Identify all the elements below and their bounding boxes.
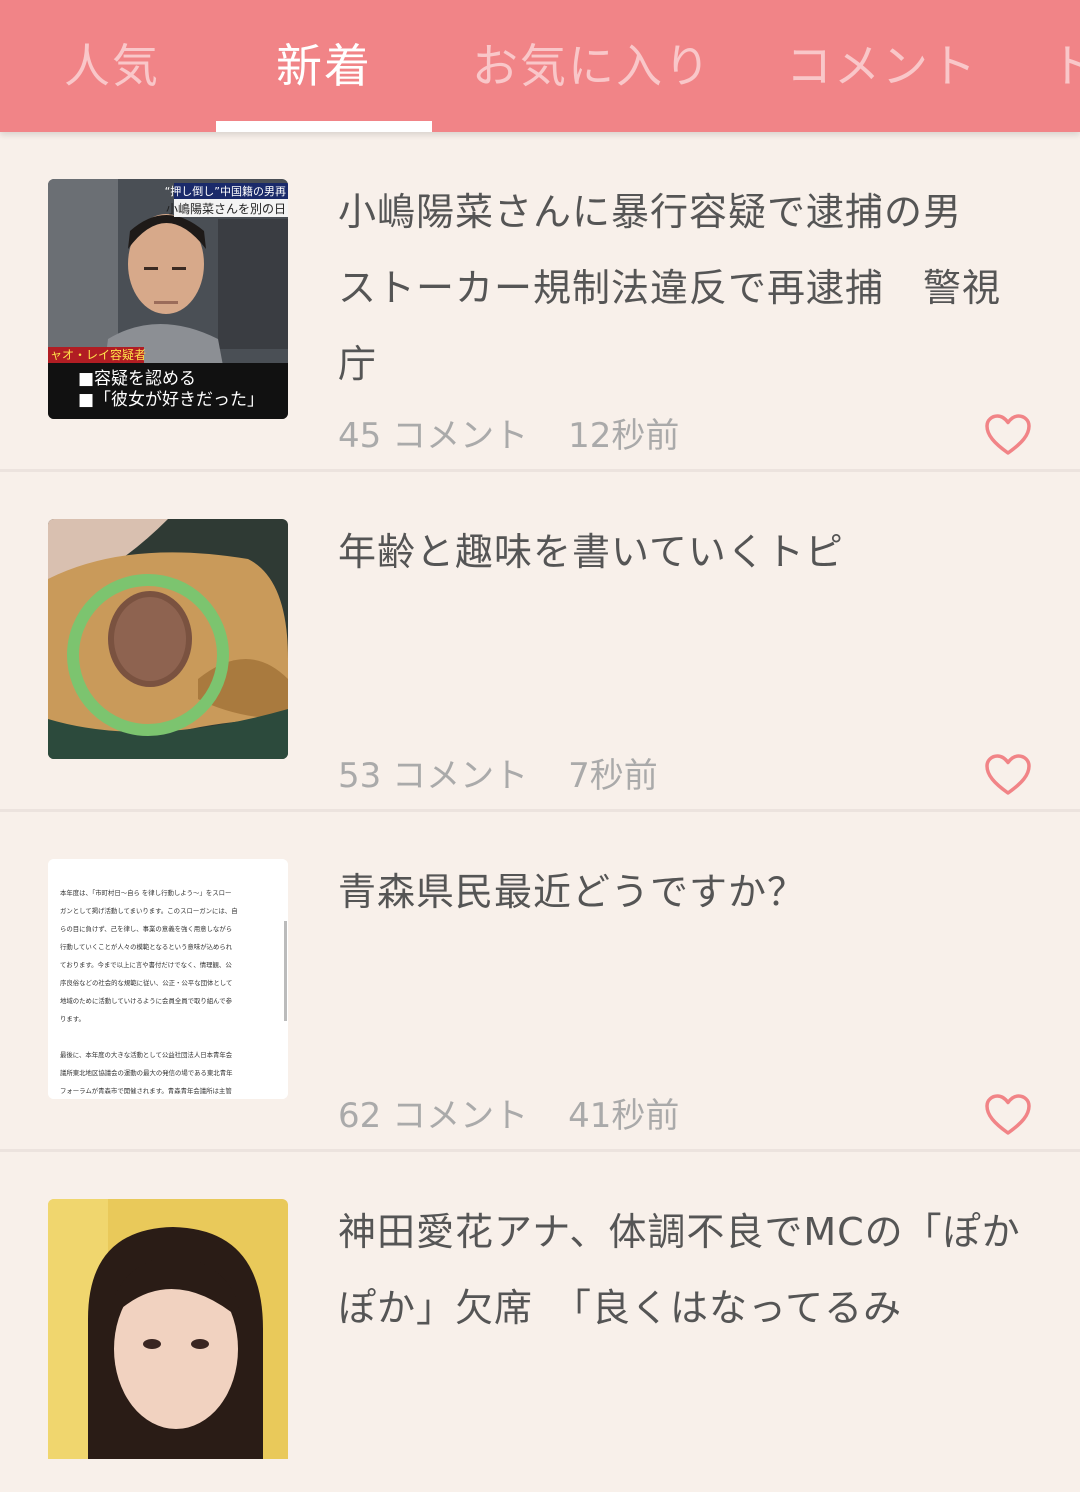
topic-thumbnail: [48, 1199, 288, 1459]
topic-item[interactable]: “押し倒し”中国籍の男再 小嶋陽菜さんを別の日 ャオ・レイ容疑者 ■容疑を認める…: [0, 132, 1080, 472]
news-photo-thumbnail: “押し倒し”中国籍の男再 小嶋陽菜さんを別の日 ャオ・レイ容疑者 ■容疑を認める…: [48, 179, 288, 419]
thumb-bullet-1: ■容疑を認める: [78, 369, 196, 389]
thumb-suspect-name: ャオ・レイ容疑者: [50, 347, 146, 362]
doc-line: ガンとして掲げ活動してまいります。このスローガンには、自: [60, 906, 238, 915]
comment-count: 62 コメント: [338, 1096, 529, 1136]
doc-line: ります。: [60, 1015, 85, 1023]
tab-popular[interactable]: 人気: [64, 30, 160, 96]
topic-item[interactable]: 神田愛花アナ、体調不良でMCの「ぽかぽか」欠席 「良くはなってるみ: [0, 1152, 1080, 1492]
topic-title[interactable]: 小嶋陽菜さんに暴行容疑で逮捕の男 ストーカー規制法違反で再逮捕 警視庁: [338, 174, 1038, 402]
topic-title[interactable]: 年齢と趣味を書いていくトピ: [338, 514, 1038, 590]
doc-line: ております。今まで以上に言や書付だけでなく、情理観、公: [60, 960, 232, 969]
doc-line: 序良俗などの社会的な規範に従い、公正・公平な団体として: [60, 978, 232, 987]
tab-favorites[interactable]: お気に入り: [472, 30, 712, 96]
topic-thumbnail: [48, 519, 288, 759]
topic-list: “押し倒し”中国籍の男再 小嶋陽菜さんを別の日 ャオ・レイ容疑者 ■容疑を認める…: [0, 132, 1080, 1459]
favorite-heart-icon[interactable]: [984, 753, 1032, 797]
tab-comments[interactable]: コメント: [786, 30, 978, 96]
doc-line: らの目に負けず、己を律し、事業の意義を強く用意しながら: [60, 924, 232, 933]
posted-time: 7秒前: [568, 756, 658, 796]
doc-line: 議所東北地区協議会の運動の最大の発信の場である東北青年: [60, 1068, 233, 1077]
doc-line: 最後に、本年度の大きな活動として公益社団法人日本青年会: [60, 1050, 233, 1059]
posted-time: 12秒前: [568, 416, 680, 456]
tab-more[interactable]: ト: [1050, 30, 1080, 96]
favorite-heart-icon[interactable]: [984, 1093, 1032, 1137]
posted-time: 41秒前: [568, 1096, 680, 1136]
doc-line: 地域のために活動していけるように会員全員で取り組んで参: [60, 996, 233, 1005]
document-text-thumbnail: 本年度は、「市町村日〜自ら を律し行動しよう〜」をスロー ガンとして掲げ活動して…: [48, 859, 288, 1099]
topic-item[interactable]: 本年度は、「市町村日〜自ら を律し行動しよう〜」をスロー ガンとして掲げ活動して…: [0, 812, 1080, 1152]
topic-title[interactable]: 青森県民最近どうですか？: [338, 854, 1038, 930]
doc-line: 行動していくことが人々の模範となるという意味が込められ: [60, 942, 233, 951]
topic-thumbnail: 本年度は、「市町村日〜自ら を律し行動しよう〜」をスロー ガンとして掲げ活動して…: [48, 859, 288, 1099]
topic-title[interactable]: 神田愛花アナ、体調不良でMCの「ぽかぽか」欠席 「良くはなってるみ: [338, 1194, 1038, 1346]
doc-line: フォーラムが青森市で開催されます。青森青年会議所は主管: [60, 1086, 232, 1095]
active-tab-indicator: [216, 121, 432, 132]
topic-meta: 45 コメント 12秒前: [338, 408, 679, 457]
animal-photo-thumbnail: [48, 519, 288, 759]
comment-count: 53 コメント: [338, 756, 529, 796]
doc-line: 本年度は、「市町村日〜自ら を律し行動しよう〜」をスロー: [60, 888, 231, 897]
tab-bar: 人気 新着 お気に入り コメント ト: [0, 0, 1080, 132]
portrait-photo-thumbnail: [48, 1199, 288, 1459]
thumb-bullet-2: ■「彼女が好きだった」: [78, 390, 264, 410]
comment-count: 45 コメント: [338, 416, 529, 456]
thumb-caption-top: “押し倒し”中国籍の男再: [165, 184, 286, 198]
topic-item[interactable]: 年齢と趣味を書いていくトピ 53 コメント 7秒前: [0, 472, 1080, 812]
favorite-heart-icon[interactable]: [984, 413, 1032, 457]
topic-meta: 53 コメント 7秒前: [338, 748, 658, 797]
topic-thumbnail: “押し倒し”中国籍の男再 小嶋陽菜さんを別の日 ャオ・レイ容疑者 ■容疑を認める…: [48, 179, 288, 419]
topic-meta: 62 コメント 41秒前: [338, 1088, 679, 1137]
thumb-caption-sub: 小嶋陽菜さんを別の日: [166, 202, 286, 216]
tab-new[interactable]: 新着: [276, 30, 372, 96]
